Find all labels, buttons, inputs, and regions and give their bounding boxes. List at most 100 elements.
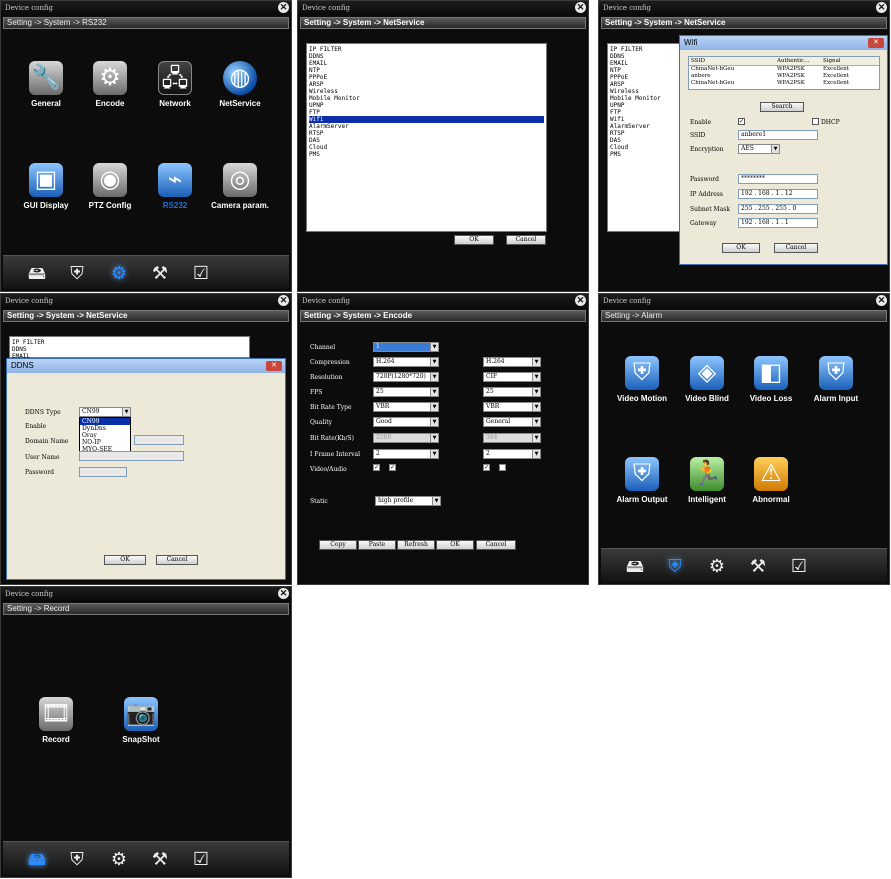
close-icon[interactable]: ✕ [876, 2, 887, 13]
camera-param-button[interactable]: ◎ Camera param. [205, 163, 275, 210]
network-button[interactable]: 🖧 Network [140, 61, 210, 108]
table-row[interactable]: ChinaNet-bGeu WPA2PSK Excellent [689, 66, 879, 73]
quality-select[interactable]: Good ▼ [373, 417, 439, 427]
list-item-selected[interactable]: Wifi [309, 116, 544, 123]
list-item[interactable]: DDNS [610, 53, 688, 60]
list-item[interactable]: IP FILTER [610, 46, 688, 53]
netservice-list[interactable]: IP FILTER DDNS EMAIL NTP PPPoE ARSP Wire… [306, 43, 547, 232]
extra-i-frame-interval-select[interactable]: 2 ▼ [483, 449, 541, 459]
ssid-field[interactable]: anbere1 [738, 130, 818, 140]
abnormal-button[interactable]: ⚠ Abnormal [736, 457, 806, 504]
extra-audio-checkbox[interactable] [499, 464, 506, 471]
wifi-network-table[interactable]: SSID Authentic... Signal ChinaNet-bGeu W… [688, 56, 880, 90]
list-item[interactable]: ARSP [309, 81, 544, 88]
list-item[interactable]: Wireless [610, 88, 688, 95]
snapshot-button[interactable]: 📷 SnapShot [106, 697, 176, 744]
extra-bit-rate-select[interactable]: 384 ▼ [483, 433, 541, 443]
ok-button[interactable]: OK [104, 555, 146, 565]
list-item[interactable]: PMS [610, 151, 688, 158]
video-checkbox[interactable]: ✓ [373, 464, 380, 471]
list-item[interactable]: Cloud [309, 144, 544, 151]
cancel-button[interactable]: Cancel [774, 243, 818, 253]
netservice-list[interactable]: IP FILTER DDNS EMAIL [9, 336, 250, 360]
list-item[interactable]: PPPoE [610, 74, 688, 81]
table-row[interactable]: anbere WPA2PSK Excellent [689, 73, 879, 80]
fps-select[interactable]: 25 ▼ [373, 387, 439, 397]
ok-button[interactable]: OK [454, 235, 494, 245]
extra-compression-select[interactable]: H.264 ▼ [483, 357, 541, 367]
list-item[interactable]: AlarmServer [610, 123, 688, 130]
dhcp-checkbox[interactable] [812, 118, 819, 125]
shield-icon[interactable]: ⛨ [63, 260, 91, 286]
ok-button[interactable]: OK [436, 540, 474, 550]
extra-bit-rate-type-select[interactable]: VBR ▼ [483, 402, 541, 412]
table-row[interactable]: ChinaNet-bGeu WPA2PSK Excellent [689, 80, 879, 87]
gateway-field[interactable]: 192 . 168 . 1 . 1 [738, 218, 818, 228]
close-icon[interactable]: ✕ [575, 295, 586, 306]
list-item[interactable]: Wireless [309, 88, 544, 95]
encryption-select[interactable]: AES ▼ [738, 144, 780, 154]
general-button[interactable]: 🔧 General [11, 61, 81, 108]
hdd-icon[interactable]: 🖴 [23, 846, 51, 872]
record-button[interactable]: 🎞 Record [21, 697, 91, 744]
subnet-mask-field[interactable]: 255 . 255 . 255 . 0 [738, 204, 818, 214]
audio-checkbox[interactable]: ✓ [389, 464, 396, 471]
list-item[interactable]: FTP [610, 109, 688, 116]
channel-select[interactable]: 1 ▼ [373, 342, 439, 352]
list-item[interactable]: DDNS [12, 346, 247, 353]
close-icon[interactable]: ✕ [278, 2, 289, 13]
list-item[interactable]: DAS [610, 137, 688, 144]
list-item[interactable]: UPNP [309, 102, 544, 109]
list-item[interactable]: Cloud [610, 144, 688, 151]
gear-icon[interactable]: ⚙ [703, 553, 731, 579]
cancel-button[interactable]: Cancel [156, 555, 198, 565]
gui-display-button[interactable]: ▣ GUI Display [11, 163, 81, 210]
checklist-icon[interactable]: ☑ [187, 260, 215, 286]
extra-fps-select[interactable]: 25 ▼ [483, 387, 541, 397]
refresh-button[interactable]: Refresh [397, 540, 435, 550]
close-icon[interactable]: ✕ [868, 38, 884, 48]
column-header[interactable]: Signal [823, 57, 873, 65]
list-item[interactable]: RTSP [309, 130, 544, 137]
password-field[interactable] [79, 467, 127, 477]
cancel-button[interactable]: Cancel [476, 540, 516, 550]
dropdown-option[interactable]: DynDns [80, 425, 130, 432]
list-item[interactable]: PPPoE [309, 74, 544, 81]
list-item[interactable]: PMS [309, 151, 544, 158]
list-item[interactable]: IP FILTER [309, 46, 544, 53]
alarm-input-button[interactable]: ⛨ Alarm Input [801, 356, 871, 403]
list-item[interactable]: AlarmServer [309, 123, 544, 130]
extra-video-checkbox[interactable]: ✓ [483, 464, 490, 471]
dropdown-option[interactable]: CN99 [80, 418, 130, 425]
close-icon[interactable]: ✕ [278, 588, 289, 599]
i-frame-interval-select[interactable]: 2 ▼ [373, 449, 439, 459]
resolution-select[interactable]: 720P(1280*720) ▼ [373, 372, 439, 382]
ddns-type-options[interactable]: CN99 DynDns Oray NO-IP MYQ-SEE [79, 417, 131, 454]
column-header[interactable]: SSID [689, 57, 777, 65]
list-item[interactable]: Mobile Monitor [309, 95, 544, 102]
encode-button[interactable]: ⚙ Encode [75, 61, 145, 108]
user-name-field[interactable] [79, 451, 184, 461]
close-icon[interactable]: ✕ [266, 361, 282, 371]
list-item[interactable]: DDNS [309, 53, 544, 60]
ptz-config-button[interactable]: ◉ PTZ Config [75, 163, 145, 210]
copy-button[interactable]: Copy [319, 540, 357, 550]
bit-rate-type-select[interactable]: VBR ▼ [373, 402, 439, 412]
enable-checkbox[interactable]: ✓ [738, 118, 745, 125]
close-icon[interactable]: ✕ [876, 295, 887, 306]
tools-icon[interactable]: ⚒ [146, 846, 174, 872]
video-loss-button[interactable]: ◧ Video Loss [736, 356, 806, 403]
list-item[interactable]: EMAIL [309, 60, 544, 67]
dropdown-option[interactable]: Oray [80, 432, 130, 439]
gear-icon[interactable]: ⚙ [105, 846, 133, 872]
close-icon[interactable]: ✕ [278, 295, 289, 306]
list-item[interactable]: Mobile Monitor [610, 95, 688, 102]
alarm-output-button[interactable]: ⛨ Alarm Output [607, 457, 677, 504]
hdd-icon[interactable]: 🖴 [621, 553, 649, 579]
extra-quality-select[interactable]: General ▼ [483, 417, 541, 427]
close-icon[interactable]: ✕ [575, 2, 586, 13]
static-select[interactable]: high profile ▼ [375, 496, 441, 506]
shield-icon[interactable]: ⛨ [63, 846, 91, 872]
paste-button[interactable]: Paste [358, 540, 396, 550]
video-motion-button[interactable]: ⛨ Video Motion [607, 356, 677, 403]
